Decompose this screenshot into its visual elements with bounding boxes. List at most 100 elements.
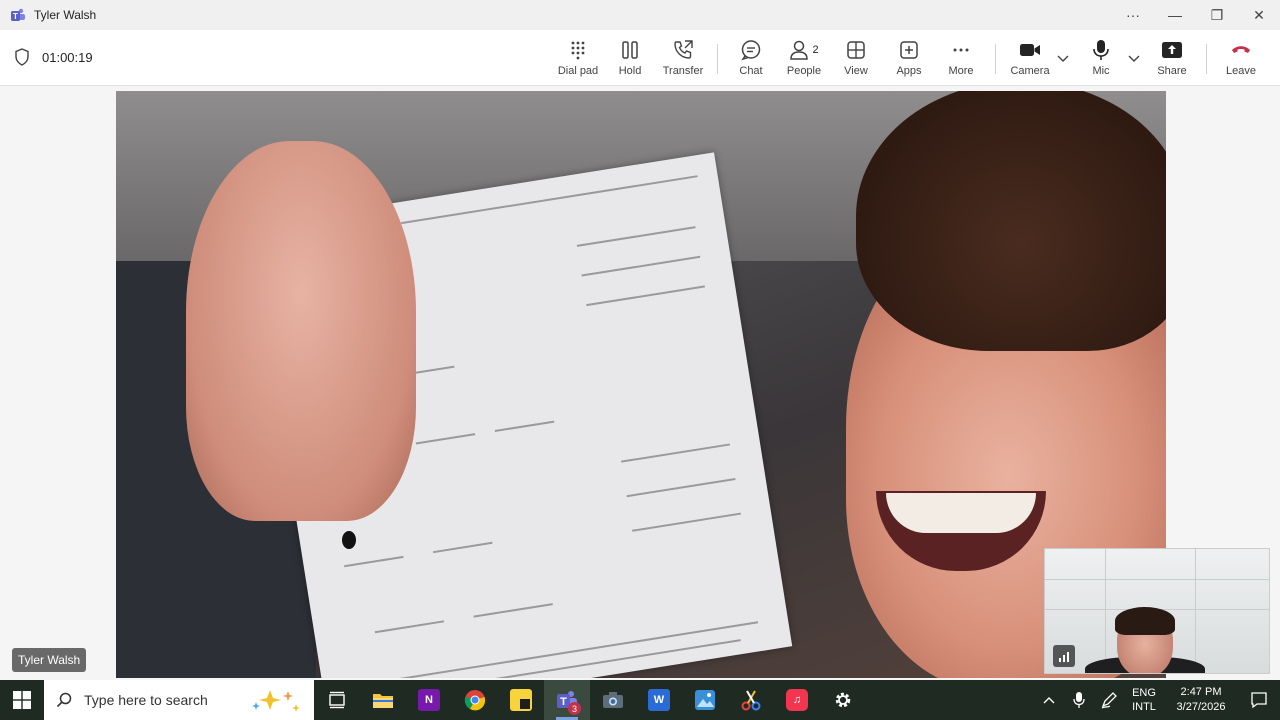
- start-button[interactable]: [0, 680, 44, 720]
- search-placeholder: Type here to search: [84, 692, 208, 708]
- share-button[interactable]: Share: [1154, 38, 1190, 80]
- self-view-video[interactable]: [1044, 548, 1270, 674]
- notification-center-button[interactable]: [1238, 680, 1280, 720]
- call-toolbar: 01:00:19 Dial pad Hold Transfer Chat 2 P…: [0, 30, 1280, 86]
- mic-label: Mic: [1092, 65, 1110, 77]
- svg-text:T: T: [13, 12, 18, 21]
- camera-label: Camera: [1010, 65, 1050, 77]
- svg-text:T: T: [560, 696, 567, 708]
- chat-button[interactable]: Chat: [734, 38, 768, 80]
- apps-label: Apps: [896, 65, 922, 77]
- participant-hair: [856, 91, 1166, 351]
- taskbar-clock[interactable]: 2:47 PM 3/27/2026: [1164, 685, 1238, 715]
- input-language-indicator[interactable]: ENG INTL: [1124, 686, 1164, 714]
- dial-pad-button[interactable]: Dial pad: [556, 38, 600, 80]
- taskbar-teams[interactable]: T 3: [544, 680, 590, 720]
- call-duration: 01:00:19: [42, 49, 93, 65]
- task-view-icon: [329, 691, 345, 709]
- more-label: More: [948, 65, 974, 77]
- taskbar-photos[interactable]: [682, 680, 728, 720]
- ellipsis-icon: [951, 38, 971, 62]
- word-icon: W: [648, 689, 670, 711]
- task-view-button[interactable]: [314, 680, 360, 720]
- clock-time: 2:47 PM: [1180, 686, 1222, 698]
- share-screen-icon: [1161, 38, 1183, 62]
- scissors-icon: [741, 690, 761, 711]
- participant-teeth: [886, 493, 1036, 533]
- camera-button[interactable]: Camera: [1008, 38, 1052, 80]
- sticky-notes-icon: [510, 689, 532, 711]
- people-label: People: [786, 65, 822, 77]
- leave-button[interactable]: Leave: [1222, 38, 1260, 80]
- taskbar-word[interactable]: W: [636, 680, 682, 720]
- people-count: 2: [812, 44, 819, 56]
- video-stage: Tyler Walsh: [0, 86, 1280, 680]
- mic-button[interactable]: Mic: [1088, 38, 1114, 80]
- toolbar-divider: [1206, 44, 1207, 74]
- keyboard-layout: INTL: [1132, 701, 1156, 713]
- leave-label: Leave: [1226, 65, 1256, 77]
- notification-icon: [1251, 692, 1267, 709]
- taskbar-onenote[interactable]: N: [406, 680, 452, 720]
- teams-notification-badge: 3: [568, 702, 581, 715]
- tray-microphone-icon[interactable]: [1064, 680, 1094, 720]
- participant-video: [116, 91, 1166, 678]
- transfer-label: Transfer: [662, 65, 704, 77]
- teams-logo-icon: T: [10, 7, 26, 23]
- pause-icon: [620, 38, 640, 62]
- chat-bubble-icon: [740, 38, 762, 62]
- more-options-icon[interactable]: ···: [1112, 0, 1154, 30]
- hold-label: Hold: [618, 65, 642, 77]
- taskbar-music[interactable]: ♫: [774, 680, 820, 720]
- self-view-hair: [1115, 607, 1175, 635]
- toolbar-divider: [995, 44, 996, 74]
- taskbar-sticky-notes[interactable]: [498, 680, 544, 720]
- search-icon: [56, 692, 72, 708]
- sparkle-icon: [252, 690, 300, 712]
- taskbar-search-box[interactable]: Type here to search: [44, 680, 314, 720]
- shield-icon: [15, 48, 29, 66]
- paper-punch-hole: [342, 531, 356, 549]
- gear-icon: [835, 692, 851, 708]
- phone-transfer-icon: [672, 38, 694, 62]
- view-label: View: [844, 65, 868, 77]
- close-button[interactable]: ✕: [1238, 0, 1280, 30]
- windows-logo-icon: [13, 691, 31, 709]
- taskbar-snipping-tool[interactable]: [728, 680, 774, 720]
- view-button[interactable]: View: [840, 38, 872, 80]
- restore-button[interactable]: ❐: [1196, 0, 1238, 30]
- dialpad-icon: [568, 38, 588, 62]
- window-title: Tyler Walsh: [34, 8, 97, 22]
- participant-hand: [186, 141, 416, 521]
- add-app-icon: [899, 38, 919, 62]
- minimize-button[interactable]: —: [1154, 0, 1196, 30]
- hold-button[interactable]: Hold: [612, 38, 648, 80]
- camera-options-chevron-down-icon[interactable]: [1056, 52, 1070, 66]
- onenote-icon: N: [418, 689, 440, 711]
- taskbar-settings[interactable]: [820, 680, 866, 720]
- taskbar-file-explorer[interactable]: [360, 680, 406, 720]
- language-code: ENG: [1132, 687, 1156, 699]
- transfer-button[interactable]: Transfer: [662, 38, 704, 80]
- call-timer: 01:00:19: [14, 48, 93, 66]
- windows-taskbar: Type here to search N T 3 W ♫ ENG INTL 2…: [0, 680, 1280, 720]
- apps-button[interactable]: Apps: [893, 38, 925, 80]
- show-hidden-icons-chevron-up-icon[interactable]: [1034, 680, 1064, 720]
- chat-label: Chat: [739, 65, 763, 77]
- taskbar-chrome[interactable]: [452, 680, 498, 720]
- people-icon: 2: [789, 38, 819, 62]
- people-button[interactable]: 2 People: [784, 38, 824, 80]
- more-button[interactable]: More: [944, 38, 978, 80]
- system-tray: ENG INTL 2:47 PM 3/27/2026: [1034, 680, 1280, 720]
- call-health-icon[interactable]: [1053, 645, 1075, 667]
- share-label: Share: [1157, 65, 1187, 77]
- taskbar-camera[interactable]: [590, 680, 636, 720]
- pen-menu-icon[interactable]: [1094, 680, 1124, 720]
- participant-name-tag: Tyler Walsh: [12, 648, 87, 672]
- mic-options-chevron-down-icon[interactable]: [1127, 52, 1141, 66]
- dial-pad-label: Dial pad: [557, 65, 599, 77]
- music-note-icon: ♫: [786, 689, 808, 711]
- chrome-icon: [464, 690, 486, 711]
- hang-up-icon: [1230, 38, 1252, 62]
- photos-icon: [695, 690, 715, 710]
